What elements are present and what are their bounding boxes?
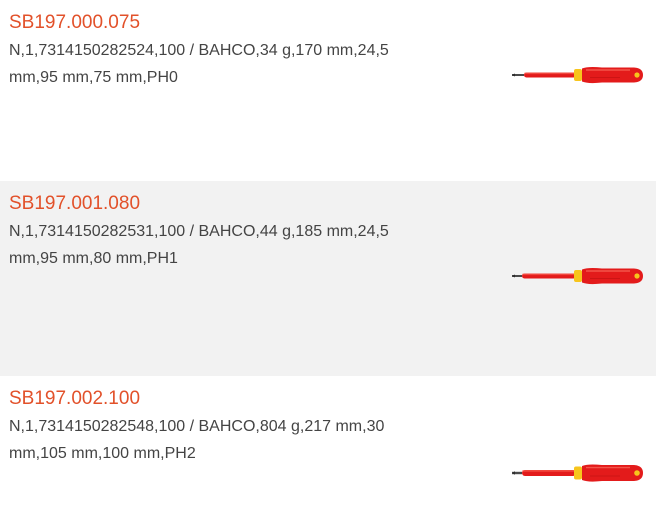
product-sku-link[interactable]: SB197.002.100 (9, 387, 140, 411)
product-row[interactable]: SB197.002.100 N,1,7314150282548,100 / BA… (0, 376, 656, 530)
product-specs: N,1,7314150282548,100 / BAHCO,804 g,217 … (9, 418, 385, 462)
insulated-screwdriver-icon[interactable] (512, 462, 644, 484)
product-specs: N,1,7314150282531,100 / BAHCO,44 g,185 m… (9, 223, 389, 267)
insulated-screwdriver-icon[interactable] (512, 64, 644, 86)
product-sku-link[interactable]: SB197.001.080 (9, 192, 140, 216)
product-list: SB197.000.075 N,1,7314150282524,100 / BA… (0, 0, 656, 530)
product-specs: N,1,7314150282524,100 / BAHCO,34 g,170 m… (9, 42, 389, 86)
product-row[interactable]: SB197.001.080 N,1,7314150282531,100 / BA… (0, 181, 656, 376)
product-row[interactable]: SB197.000.075 N,1,7314150282524,100 / BA… (0, 0, 656, 181)
insulated-screwdriver-icon[interactable] (512, 265, 644, 287)
product-sku-link[interactable]: SB197.000.075 (9, 11, 140, 35)
